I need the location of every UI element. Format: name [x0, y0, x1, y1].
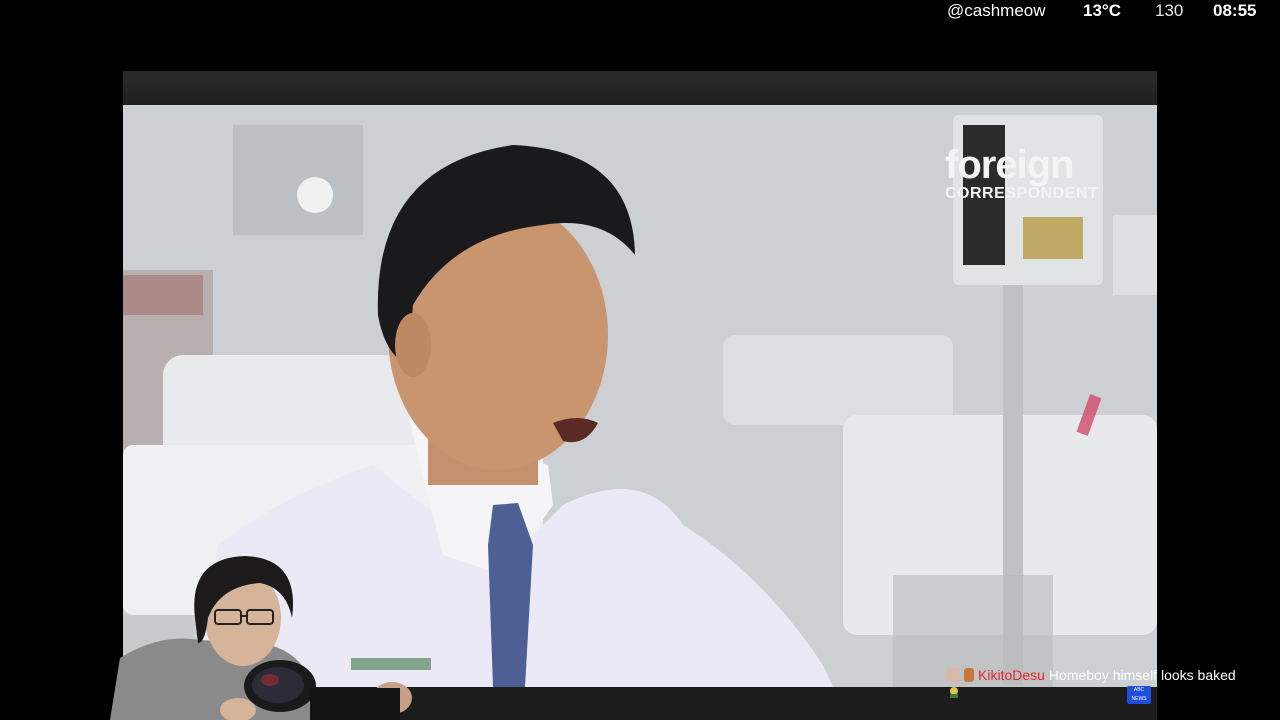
watermark-subtitle: CORRESPONDENT	[945, 185, 1099, 202]
clock-time: 08:55	[1213, 1, 1257, 20]
chat-message: KikitoDesu Homeboy himself looks baked	[946, 665, 1236, 685]
streamer-webcam	[110, 548, 430, 720]
viewer-count: 130	[1155, 1, 1184, 20]
channel-handle: @cashmeow	[947, 1, 1046, 20]
chat-avatar-icon	[946, 668, 960, 682]
chat-text: Homeboy himself looks baked	[1048, 667, 1236, 683]
chat-username[interactable]: KikitoDesu	[978, 667, 1045, 683]
news-logo-text: ABC NEWS	[1131, 687, 1147, 702]
news-logo-badge: ABC NEWS	[1127, 686, 1151, 704]
player-top-bar	[123, 71, 1157, 105]
chat-emote-icon	[950, 687, 958, 698]
foreign-correspondent-watermark: foreign CORRESPONDENT	[945, 145, 1098, 203]
stream-overlay-bar: @cashmeow 13°C 130 08:55	[0, 0, 1280, 28]
chat-badge-icon	[964, 668, 974, 682]
watermark-title: foreign	[945, 143, 1075, 187]
temperature-readout: 13°C	[1083, 1, 1121, 20]
webcam-scene	[110, 556, 412, 720]
